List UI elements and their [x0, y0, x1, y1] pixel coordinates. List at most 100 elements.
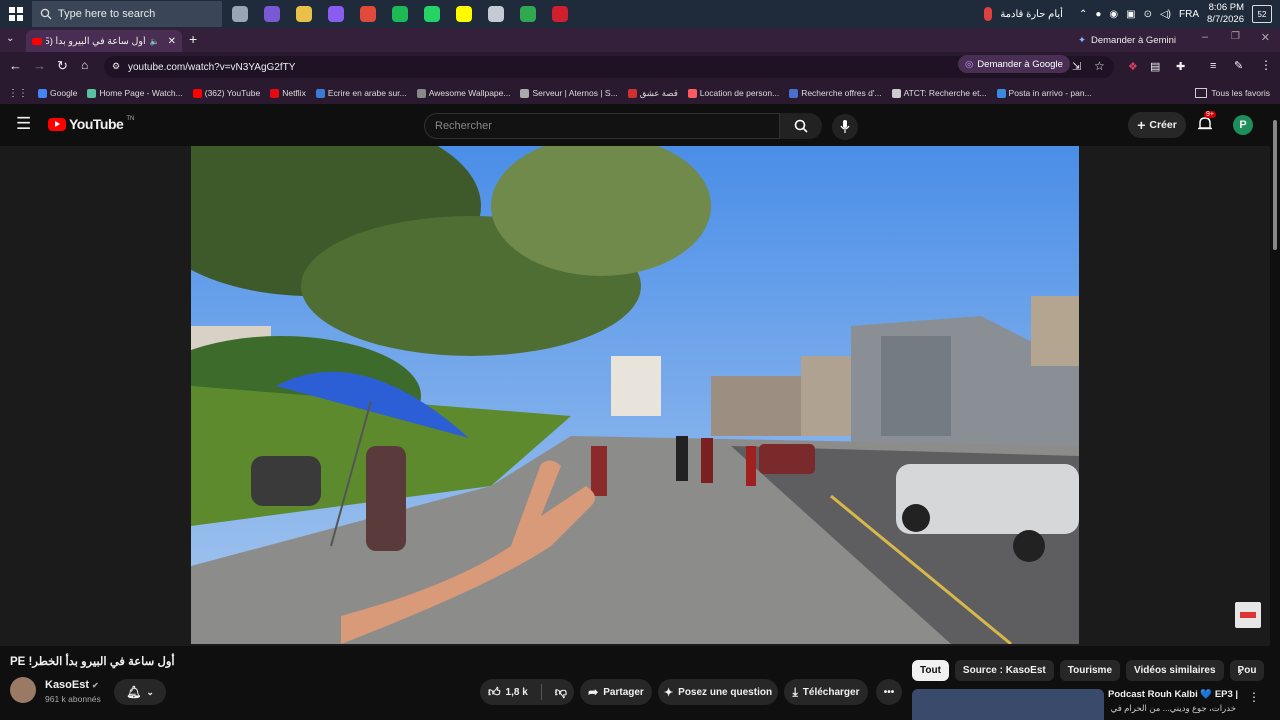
- weather-text[interactable]: أيام حارة قادمة: [1000, 9, 1063, 20]
- bookmark-item[interactable]: Google: [38, 88, 77, 99]
- page-scrollbar[interactable]: [1270, 112, 1280, 720]
- youtube-logo[interactable]: YouTube TN: [48, 116, 134, 132]
- channel-name-row[interactable]: KasoEst ✔: [45, 679, 99, 691]
- like-button[interactable]: 👍︎ 1,8 k: [488, 685, 528, 700]
- bookmark-item[interactable]: Ecrire en arabe sur...: [315, 88, 407, 99]
- windows-start-button[interactable]: [0, 0, 32, 28]
- create-button[interactable]: + Créer: [1128, 112, 1186, 138]
- chrome-icon[interactable]: [352, 0, 384, 28]
- bookmark-label: (362) YouTube: [204, 88, 261, 98]
- account-avatar[interactable]: P: [1233, 115, 1253, 135]
- home-icon[interactable]: ⌂: [81, 58, 88, 72]
- voice-search-button[interactable]: [832, 114, 858, 140]
- more-actions-button[interactable]: •••: [876, 679, 902, 705]
- camera-icon[interactable]: ▣: [1126, 9, 1135, 20]
- recommended-thumbnail[interactable]: [912, 689, 1104, 720]
- bookmark-item[interactable]: قصة عشق: [627, 88, 678, 99]
- reload-icon[interactable]: ↻: [57, 58, 68, 74]
- taskbar-search-box[interactable]: Type here to search: [32, 1, 222, 27]
- chevron-up-icon[interactable]: ⌃: [1079, 9, 1087, 20]
- extension-icon-2[interactable]: ▤: [1150, 60, 1160, 73]
- snapchat-icon[interactable]: [448, 0, 480, 28]
- youtube-logo-text: YouTube: [69, 116, 124, 132]
- microphone-icon[interactable]: ●: [1095, 9, 1101, 20]
- hamburger-menu-icon[interactable]: ☰: [16, 114, 31, 134]
- clock-time: 8:06 PM: [1208, 2, 1244, 13]
- bookmark-item[interactable]: ATCT: Recherche et...: [891, 88, 987, 99]
- channel-avatar[interactable]: [10, 677, 36, 703]
- ask-question-button[interactable]: ✦ Posez une question: [658, 679, 778, 705]
- file-explorer-icon[interactable]: [288, 0, 320, 28]
- recommended-title[interactable]: Podcast Rouh Kalbi 💙 EP3 |: [1108, 689, 1238, 700]
- reading-list-icon[interactable]: ≡: [1210, 60, 1216, 72]
- recommended-menu-icon[interactable]: ⋮: [1248, 690, 1260, 704]
- all-bookmarks-button[interactable]: Tous les favoris: [1195, 88, 1270, 98]
- extension-icon[interactable]: ❖: [1128, 60, 1138, 73]
- download-button[interactable]: ⤓ Télécharger: [784, 679, 868, 705]
- bookmark-item[interactable]: Posta in arrivo - pan...: [996, 88, 1092, 99]
- bookmark-item[interactable]: Netflix: [270, 88, 306, 99]
- gemini-button[interactable]: ✦ Demander à Gemini: [1078, 31, 1176, 49]
- chevron-right-icon[interactable]: ›: [1238, 664, 1242, 679]
- bookmark-item[interactable]: Home Page - Watch...: [87, 88, 183, 99]
- xbox-icon[interactable]: [512, 0, 544, 28]
- messenger-icon[interactable]: [320, 0, 352, 28]
- notification-center-button[interactable]: 52: [1252, 5, 1272, 23]
- back-arrow-icon[interactable]: ←: [9, 58, 22, 73]
- bookmark-star-icon[interactable]: ☆: [1094, 59, 1105, 73]
- apps-grid-icon[interactable]: ⋮⋮: [8, 88, 28, 99]
- volume-icon[interactable]: ◁): [1160, 9, 1171, 20]
- task-view-icon[interactable]: [224, 0, 256, 28]
- share-arrow-icon: ➦: [588, 685, 599, 699]
- menu-dots-icon[interactable]: ⋮: [1260, 58, 1272, 72]
- vpn-icon[interactable]: [544, 0, 576, 28]
- bookmark-item[interactable]: (362) YouTube: [192, 88, 261, 99]
- filter-chip[interactable]: Source : KasoEst: [954, 660, 1054, 681]
- search-button[interactable]: [780, 113, 822, 139]
- whatsapp-icon[interactable]: [416, 0, 448, 28]
- bookmark-label: Posta in arrivo - pan...: [1008, 88, 1092, 98]
- filter-chip[interactable]: Pou: [1229, 660, 1265, 681]
- language-indicator[interactable]: FRA: [1179, 9, 1199, 20]
- hub-app-icon[interactable]: [256, 0, 288, 28]
- related-filter-chips: Tout Source : KasoEst Tourisme Vidéos simil…: [912, 660, 1265, 681]
- video-frame-street-scene: [191, 146, 1079, 644]
- filter-chip[interactable]: Vidéos similaires: [1126, 660, 1224, 681]
- tab-search-chevron-icon[interactable]: ⌄: [6, 33, 14, 44]
- subscription-bell-button[interactable]: 🔔︎ ⌄: [114, 679, 166, 705]
- install-app-icon[interactable]: ⇲: [1072, 60, 1081, 73]
- bookmark-item[interactable]: Recherche offres d'...: [789, 88, 882, 99]
- share-button[interactable]: ➦ Partager: [580, 679, 652, 705]
- network-icon[interactable]: ⊙: [1144, 9, 1152, 20]
- file-explorer-icon-glyph: [296, 6, 312, 22]
- new-tab-button[interactable]: +: [189, 31, 197, 47]
- youtube-search-input[interactable]: Rechercher: [424, 113, 780, 139]
- ask-google-button[interactable]: ◎ Demander à Google: [958, 55, 1070, 73]
- speaker-icon[interactable]: 🔈: [150, 37, 160, 46]
- dislike-button[interactable]: 👎︎: [555, 685, 567, 700]
- minimize-icon[interactable]: –: [1202, 31, 1208, 43]
- forward-arrow-icon[interactable]: →: [33, 58, 46, 73]
- spotify-icon[interactable]: [384, 0, 416, 28]
- close-tab-icon[interactable]: ✕: [168, 36, 176, 47]
- bookmark-item[interactable]: Serveur | Aternos | S...: [520, 88, 618, 99]
- site-info-icon[interactable]: ⚙: [112, 61, 120, 72]
- bookmark-favicon-icon: [192, 88, 202, 98]
- system-tray: أيام حارة قادمة ⌃ ● ◉ ▣ ⊙ ◁) FRA 8:06 PM…: [984, 0, 1280, 28]
- maximize-icon[interactable]: ❐: [1231, 31, 1240, 42]
- location-icon[interactable]: ◉: [1109, 9, 1118, 20]
- scrollbar-thumb[interactable]: [1273, 120, 1277, 250]
- video-player[interactable]: [191, 146, 1079, 644]
- close-window-icon[interactable]: ✕: [1261, 31, 1270, 44]
- browser-tab-youtube[interactable]: أول ساعة في البيرو بدأ (285) 🔈 ✕: [26, 30, 182, 52]
- notifications-button[interactable]: 9+: [1198, 111, 1216, 137]
- steam-icon[interactable]: [480, 0, 512, 28]
- extensions-puzzle-icon[interactable]: ✚: [1176, 60, 1185, 73]
- filter-chip[interactable]: Tout: [912, 660, 949, 681]
- clock[interactable]: 8:06 PM 8/7/2026: [1207, 2, 1244, 26]
- bookmark-item[interactable]: Location de person...: [687, 88, 779, 99]
- channel-watermark-icon[interactable]: [1235, 602, 1261, 628]
- profile-icon[interactable]: ✎: [1234, 59, 1243, 72]
- filter-chip[interactable]: Tourisme: [1059, 660, 1121, 681]
- bookmark-item[interactable]: Awesome Wallpape...: [416, 88, 510, 99]
